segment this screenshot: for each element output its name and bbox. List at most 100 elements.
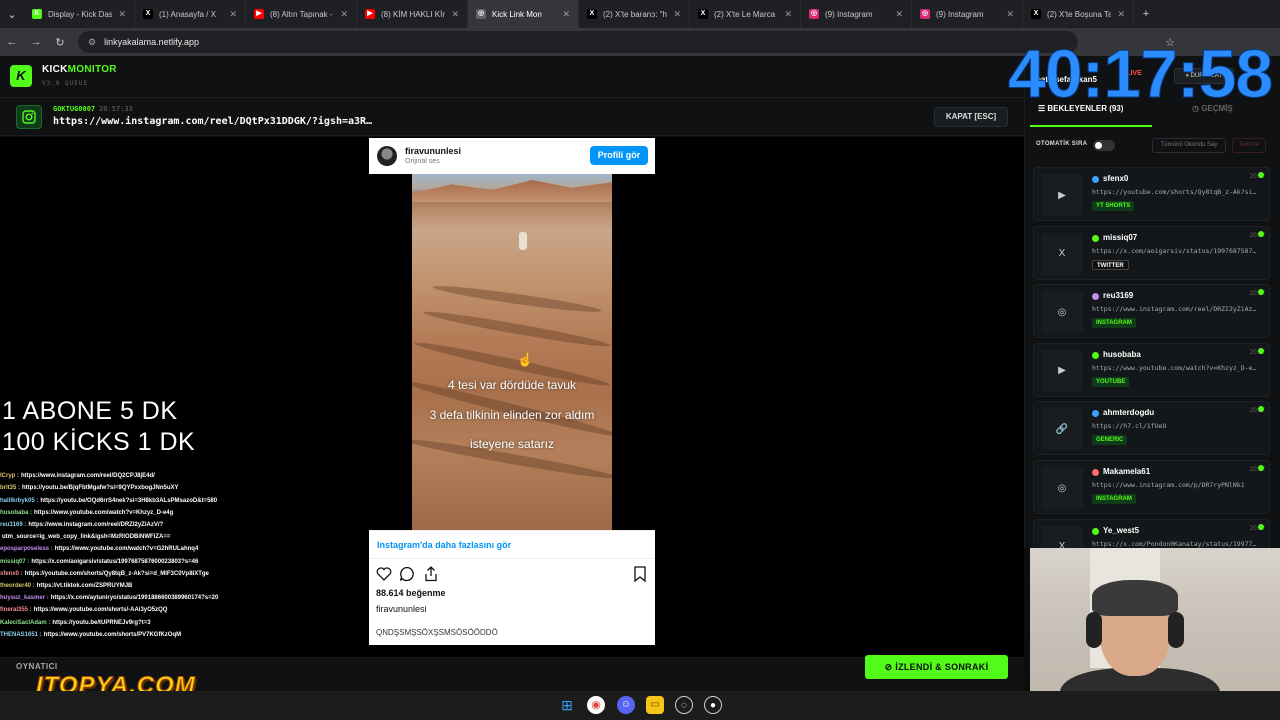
tab-title: Display - Kick Dash <box>48 9 113 19</box>
browser-tab[interactable]: ▶ (8) KİM HAKLI Kİn ✕ <box>357 0 468 28</box>
chat-text: https://youtu.be/tUPRNEJv9rg?t=3 <box>52 619 151 626</box>
tab-close-icon[interactable]: ✕ <box>118 9 126 20</box>
tab-favicon-icon: ◎ <box>920 9 930 19</box>
video-caption-line-2: 3 defa tilkinin elinden zor aldım <box>429 408 595 422</box>
queue-thumbnail: X <box>1041 232 1083 275</box>
back-icon[interactable]: ← <box>0 36 24 48</box>
tab-favicon-icon: X <box>1031 9 1041 19</box>
video-frame[interactable] <box>412 174 612 530</box>
browser-tab[interactable]: ▶ (8) Altın Tapınak - ✕ <box>246 0 357 28</box>
chat-line: fineral355 : https://www.youtube.com/shor… <box>0 604 262 616</box>
url-text: linkyakalama.netlify.app <box>104 37 199 47</box>
brand-green: MONITOR <box>67 64 117 75</box>
chat-line <box>0 458 262 470</box>
browser-tab[interactable]: X (2) X'te baranɔ: "ht ✕ <box>579 0 690 28</box>
site-info-icon[interactable]: ⚙ <box>88 37 96 48</box>
windows-start-icon[interactable]: ⊞ <box>558 696 576 714</box>
chat-text: https://x.com/aytuniryo/status/199188660… <box>50 595 219 602</box>
platform-tag: YT SHORTS <box>1092 201 1135 211</box>
chat-user: theorder40 : <box>0 583 35 590</box>
chat-line: husobaba : https://www.youtube.com/watch?… <box>0 507 262 519</box>
avatar[interactable] <box>377 146 397 166</box>
platform-dot-icon <box>1092 351 1099 359</box>
chat-user: huysuz_kasmer : <box>0 595 49 602</box>
browser-tab[interactable]: ◎ (9) Instagram ✕ <box>912 0 1023 28</box>
queue-item[interactable]: 🔗 ahmterdogdu 20:57 https://h7.cl/1fUeO GENE… <box>1033 401 1270 456</box>
tab-title: (2) X'te baranɔ: "ht <box>603 9 668 19</box>
instagram-more-link[interactable]: Instagram'da daha fazlasını gör <box>377 540 511 550</box>
clear-button[interactable]: Temizle <box>1232 138 1266 153</box>
instagram-username[interactable]: firavununlesi <box>405 146 461 156</box>
browser-tab[interactable]: ◎ (9) Instagram ✕ <box>801 0 912 28</box>
tab-history[interactable]: ◷ GEÇMİŞ <box>1192 104 1233 113</box>
heart-icon[interactable] <box>375 565 393 583</box>
forward-icon[interactable]: → <box>24 36 48 48</box>
current-time: 20:57:33 <box>99 105 133 113</box>
tab-waiting[interactable]: ☰ BEKLEYENLER (93) <box>1038 104 1123 113</box>
tab-close-icon[interactable]: ✕ <box>1006 9 1014 20</box>
tab-favicon-icon: X <box>143 9 153 19</box>
view-profile-button[interactable]: Profili gör <box>590 146 648 165</box>
tab-favicon-icon: ▶ <box>254 9 264 19</box>
tab-close-icon[interactable]: ✕ <box>451 9 459 20</box>
queue-link: https://x.com/aoigarsiv/status/199768758… <box>1092 246 1257 255</box>
online-status-icon <box>1258 230 1264 237</box>
auto-queue-toggle[interactable] <box>1093 140 1115 151</box>
url-field[interactable]: ⚙ linkyakalama.netlify.app <box>78 31 1078 53</box>
watched-next-button[interactable]: ⊘ İZLENDİ & SONRAKİ <box>865 655 1008 679</box>
browser-tab[interactable]: K Display - Kick Dash ✕ <box>24 0 135 28</box>
tab-title: (2) X'te Le Marca <box>714 9 776 19</box>
discord-icon[interactable]: ☺ <box>617 696 635 714</box>
current-user-name: GOKTUG0007 <box>53 105 96 113</box>
tab-favicon-icon: K <box>32 9 42 19</box>
obs-icon[interactable]: ● <box>704 696 722 714</box>
share-icon[interactable] <box>422 565 440 583</box>
queue-user: ahmterdogdu <box>1103 408 1155 418</box>
stream-timer: 40:17:58 <box>1007 36 1273 112</box>
tab-close-icon[interactable]: ✕ <box>562 9 570 20</box>
tab-close-icon[interactable]: ✕ <box>229 9 237 20</box>
video-caption-line-1: 4 tesi var dördüde tavuk <box>447 378 577 392</box>
tab-close-icon[interactable]: ✕ <box>895 9 903 20</box>
chat-line: reu3169 : https://www.instagram.com/reel/… <box>0 519 262 531</box>
toggle-knob <box>1095 142 1102 149</box>
bookmark-icon[interactable] <box>631 565 649 583</box>
chat-text: https://www.youtube.com/watch?v=G2hRULah… <box>54 546 199 553</box>
chat-line: brit35 : https://youtu.be/BjqFbtMgafw?si=… <box>0 482 262 494</box>
instagram-video[interactable]: 4 tesi var dördüde tavuk 3 defa tilkinin… <box>369 174 655 530</box>
tab-close-icon[interactable]: ✕ <box>784 9 792 20</box>
browser-tab[interactable]: ◎ Kick Link Mon ✕ <box>468 0 579 28</box>
tab-search-icon[interactable]: ⌄ <box>0 8 24 21</box>
chat-user: KaleciSaclAdam : <box>0 619 51 626</box>
browser-tab[interactable]: X (1) Anasayfa / X ✕ <box>135 0 246 28</box>
browser-tab[interactable]: X (2) X'te Le Marca ✕ <box>690 0 801 28</box>
queue-item[interactable]: Xmissiq0720:57https://x.com/aoigarsiv/st… <box>1033 225 1270 280</box>
chat-text: https://www.youtube.com/shorts/-AAi3yO5z… <box>33 607 168 614</box>
post-owner[interactable]: firavununlesi <box>376 604 427 614</box>
queue-item[interactable]: ▶ sfenx0 20:57 https://youtube.com/shorts/Q… <box>1033 167 1270 221</box>
auto-queue-label: OTOMATİK SIRA <box>1036 141 1088 147</box>
queue-item[interactable]: ▶ husobaba 20:57 https://www.youtube.com/wa… <box>1033 342 1270 397</box>
new-tab-icon[interactable]: + <box>1134 8 1158 20</box>
queue-item[interactable]: ◎ reu3169 20:57 https://www.instagram.com/r… <box>1033 284 1270 339</box>
tab-close-icon[interactable]: ✕ <box>1117 9 1125 20</box>
current-link[interactable]: https://www.instagram.com/reel/DQtPx31DD… <box>53 116 372 127</box>
active-tab-indicator <box>1030 125 1152 127</box>
close-button[interactable]: KAPAT [ESC] <box>934 107 1008 127</box>
queue-item[interactable]: ◎ Makamela61 20:57 https://www.instagram.co… <box>1033 460 1270 514</box>
mark-all-read-button[interactable]: Tümünü Okundu Say <box>1152 138 1226 153</box>
chrome-icon[interactable]: ◉ <box>587 696 605 714</box>
browser-tab[interactable]: X (2) X'te Boşuna Ta ✕ <box>1023 0 1134 28</box>
app-icon[interactable]: ◌ <box>675 696 693 714</box>
comment-icon[interactable] <box>398 565 416 583</box>
tab-close-icon[interactable]: ✕ <box>340 9 348 20</box>
platform-dot-icon <box>1092 527 1099 535</box>
current-submitter: GOKTUG0007 20:57:33 <box>53 105 133 113</box>
file-explorer-icon[interactable]: ▭ <box>646 696 664 714</box>
tab-title: (1) Anasayfa / X <box>159 9 216 19</box>
tab-close-icon[interactable]: ✕ <box>673 9 681 20</box>
online-status-icon <box>1258 465 1264 471</box>
tab-title: (2) X'te Boşuna Ta <box>1047 9 1112 19</box>
chat-line: eposparposeless : https://www.youtube.com… <box>0 543 262 555</box>
reload-icon[interactable]: ↻ <box>48 36 72 49</box>
